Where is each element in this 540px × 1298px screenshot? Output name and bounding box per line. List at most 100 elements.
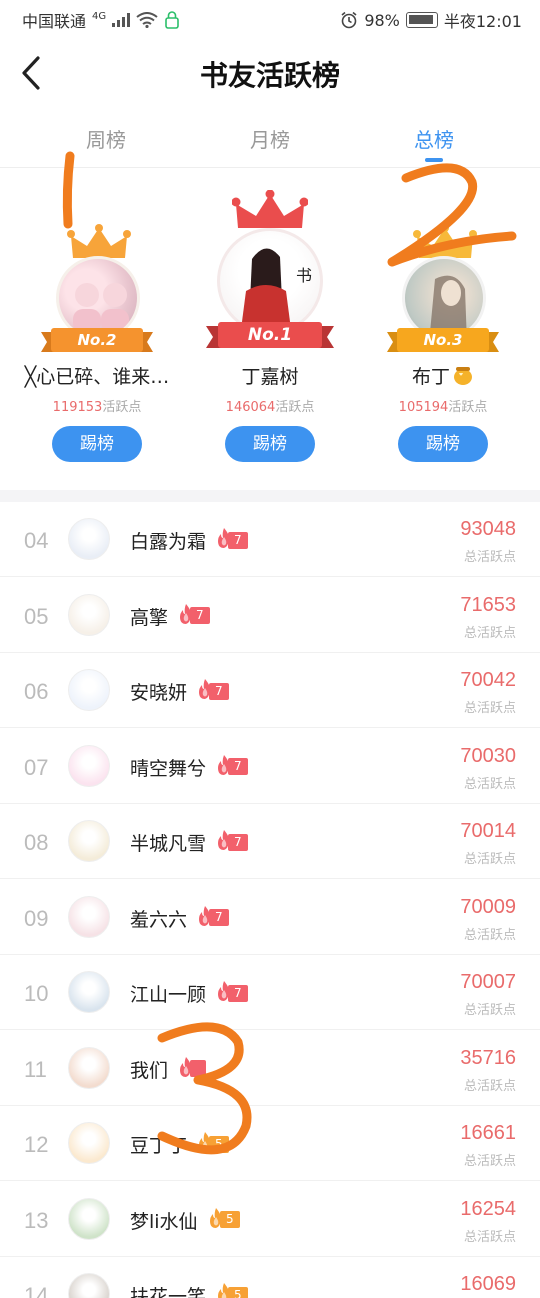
- tab-weekly[interactable]: 周榜: [56, 124, 156, 153]
- user-name: 梦li水仙: [130, 1210, 198, 1233]
- rank-number: 12: [24, 1132, 49, 1157]
- score-value: 70007: [460, 971, 516, 993]
- podium-points: 146064活跃点: [225, 400, 315, 415]
- avatar[interactable]: [68, 1122, 110, 1164]
- avatar[interactable]: [68, 669, 110, 711]
- score-caption: 总活跃点: [463, 927, 516, 943]
- avatar[interactable]: [68, 971, 110, 1013]
- crown-icon: [232, 190, 308, 228]
- alarm-icon: [341, 11, 357, 29]
- avatar[interactable]: [68, 1197, 110, 1240]
- podium-first: 书 No.1 丁嘉树 146064活跃点 踢榜: [180, 168, 360, 490]
- podium-name: ╳心已碎、谁来…: [24, 366, 170, 388]
- tab-monthly[interactable]: 月榜: [220, 124, 320, 153]
- level-badge: 5: [206, 1207, 240, 1230]
- level-value: 7: [228, 758, 248, 775]
- carrier-label: 中国联通: [22, 12, 87, 31]
- level-value: 7: [228, 984, 248, 1002]
- kick-button[interactable]: 踢榜: [225, 426, 315, 462]
- level-value: 7: [228, 833, 248, 851]
- score-value: 16254: [460, 1197, 516, 1220]
- list-row[interactable]: 08 半城凡雪 7 70014 总活跃点: [0, 804, 540, 879]
- svg-text:书: 书: [296, 266, 312, 285]
- level-badge: 7: [195, 679, 229, 701]
- rank-number: 05: [24, 603, 49, 629]
- avatar[interactable]: [68, 1273, 110, 1298]
- level-value: 7: [228, 531, 248, 549]
- battery-percent: 98%: [364, 10, 400, 30]
- podium-third: No.3 布丁 105194活跃点 踢榜: [353, 168, 533, 490]
- list-row[interactable]: 11 我们 35716 总活跃点: [0, 1031, 540, 1106]
- score-caption: 总活跃点: [463, 701, 516, 716]
- list-row[interactable]: 14扶花一笑516069总活跃点: [0, 1257, 540, 1298]
- network-type: 4G: [92, 10, 107, 22]
- avatar[interactable]: [68, 518, 110, 560]
- level-value: 5: [228, 1286, 248, 1298]
- score-caption: 总活跃点: [463, 776, 516, 792]
- tab-bar: 周榜 月榜 总榜: [0, 118, 540, 168]
- user-name: 安晓妍: [130, 682, 188, 704]
- user-name: 江山一顾: [130, 984, 207, 1006]
- user-name: 扶花一笑: [130, 1286, 207, 1298]
- score-caption: 总活跃点: [463, 625, 516, 641]
- score-value: 16069: [460, 1273, 516, 1295]
- score-caption: 总活跃点: [463, 550, 516, 565]
- podium-points: 105194活跃点: [398, 400, 488, 415]
- list-row[interactable]: 09 羞六六 7 70009 总活跃点: [0, 880, 540, 955]
- list-row[interactable]: 10 江山一顾 7 70007 总活跃点: [0, 955, 540, 1030]
- user-name: 高擎: [130, 606, 169, 629]
- list-row[interactable]: 13 梦li水仙 5 16254 总活跃点: [0, 1182, 540, 1257]
- user-name: 豆丁丁: [130, 1135, 188, 1157]
- podium-name: 布丁: [353, 362, 533, 389]
- tab-overall[interactable]: 总榜: [384, 124, 484, 153]
- user-name: 半城凡雪: [130, 833, 207, 855]
- kick-button[interactable]: 踢榜: [398, 426, 488, 462]
- rank-number: 10: [24, 981, 49, 1006]
- level-badge: 5: [214, 1283, 248, 1298]
- avatar[interactable]: [68, 593, 110, 636]
- rank-number: 09: [24, 905, 49, 931]
- list-row[interactable]: 12 豆丁丁 5 16661 总活跃点: [0, 1106, 540, 1181]
- signal-icon: [112, 13, 131, 27]
- place-label: No.3: [423, 331, 463, 349]
- honey-pot-icon: [454, 367, 472, 385]
- podium-points: 119153活跃点: [52, 400, 142, 415]
- lock-icon: [165, 11, 179, 29]
- rank-number: 08: [24, 830, 49, 855]
- level-badge: 7: [214, 754, 248, 777]
- score-value: 70014: [460, 820, 516, 842]
- avatar[interactable]: [68, 895, 110, 938]
- level-badge: 7: [176, 603, 210, 626]
- score-caption: 总活跃点: [463, 852, 516, 867]
- level-value: 7: [209, 682, 229, 700]
- podium-name: 丁嘉树: [241, 366, 299, 388]
- section-divider: [0, 490, 540, 502]
- score-value: 35716: [460, 1046, 516, 1069]
- level-badge: 7: [195, 905, 229, 928]
- avatar[interactable]: [68, 820, 110, 862]
- list-row[interactable]: 05 高擎 7 71653 总活跃点: [0, 578, 540, 653]
- list-row[interactable]: 06 安晓妍 7 70042 总活跃点: [0, 653, 540, 728]
- rank-number: 11: [24, 1056, 47, 1082]
- score-caption: 总活跃点: [463, 1229, 516, 1245]
- avatar[interactable]: 书: [217, 228, 323, 334]
- level-badge: 7: [214, 981, 248, 1003]
- user-name: 羞六六: [130, 908, 188, 931]
- avatar[interactable]: [68, 744, 110, 787]
- level-value: 7: [190, 607, 210, 624]
- rank-number: 06: [24, 679, 49, 704]
- level-value: [190, 1060, 206, 1077]
- avatar[interactable]: [68, 1046, 110, 1089]
- rank-number: 13: [24, 1207, 49, 1233]
- list-row[interactable]: 04 白露为霜 7 93048 总活跃点: [0, 502, 540, 577]
- score-value: 71653: [460, 593, 516, 616]
- level-value: 7: [209, 909, 229, 926]
- kick-button[interactable]: 踢榜: [52, 426, 142, 462]
- score-value: 70009: [460, 895, 516, 918]
- clock: 半夜12:01: [443, 12, 522, 31]
- level-badge: 7: [214, 528, 248, 550]
- user-name: 我们: [130, 1059, 169, 1082]
- score-value: 70030: [460, 744, 516, 767]
- list-row[interactable]: 07 晴空舞兮 7 70030 总活跃点: [0, 729, 540, 804]
- page-title: 书友活跃榜: [199, 59, 340, 92]
